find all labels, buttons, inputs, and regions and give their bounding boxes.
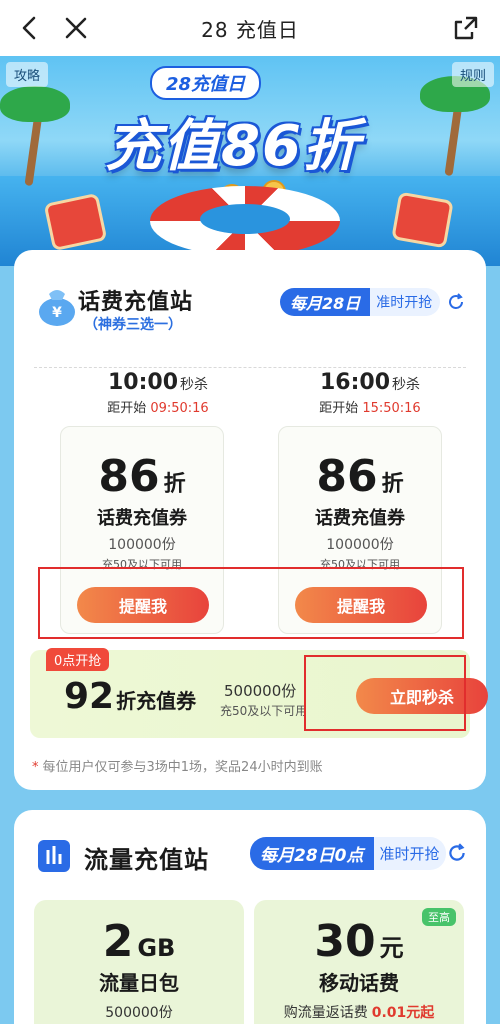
- participation-note: * 每位用户仅可参与3场中1场，奖品24小时内到账: [32, 760, 323, 775]
- coupon-quantity: 100000份: [108, 537, 176, 553]
- data-recharge-card: 流量充值站 每月28日0点 准时开抢 2 GB 流量日包 500000份 至高 3…: [14, 810, 486, 1024]
- flash-quantity: 500000份: [224, 682, 297, 700]
- share-icon[interactable]: [452, 14, 480, 42]
- flash-start-tag: 0点开抢: [46, 648, 110, 671]
- nav-bar: 28 充值日: [0, 0, 500, 56]
- session-16: 16:00 秒杀 距开始 15:50:16: [270, 370, 470, 416]
- max-badge: 至高: [422, 908, 456, 926]
- package-name: 流量日包: [99, 971, 179, 995]
- page-title: 28 充值日: [201, 17, 299, 42]
- package-amount: 2 GB: [102, 916, 176, 967]
- hero-headline: 充值86折: [105, 114, 361, 179]
- strategy-link[interactable]: 攻略: [6, 62, 49, 87]
- refresh-icon[interactable]: [446, 292, 466, 312]
- svg-text:¥: ¥: [52, 305, 62, 321]
- back-icon[interactable]: [16, 14, 44, 42]
- schedule-badge: 每月28日0点 准时开抢: [250, 836, 446, 870]
- swim-ring-icon: [150, 186, 340, 256]
- countdown: 距开始 09:50:16: [107, 401, 209, 416]
- package-subtext: 购流量返话费 0.01元起: [283, 1005, 435, 1021]
- event-badge: 28充值日: [150, 66, 262, 100]
- rules-link[interactable]: 规则: [451, 62, 494, 87]
- schedule-date: 每月28日: [280, 288, 371, 316]
- package-name: 移动话费: [319, 971, 399, 995]
- bill-credit-card[interactable]: 至高 30 元 移动话费 购流量返话费 0.01元起: [254, 900, 464, 1024]
- highlight-box: [304, 655, 466, 731]
- schedule-badge: 每月28日 准时开抢: [280, 288, 441, 316]
- data-package-card[interactable]: 2 GB 流量日包 500000份: [34, 900, 244, 1024]
- schedule-date: 每月28日0点: [250, 836, 374, 870]
- card-subtitle: （神券三选一）: [84, 317, 182, 333]
- session-time: 16:00 秒杀: [319, 370, 421, 395]
- palm-tree-left-icon: [0, 76, 70, 187]
- package-quantity: 500000份: [105, 1005, 173, 1021]
- gift-box-icon: [391, 191, 454, 249]
- card-title: 话费充值站: [78, 290, 194, 315]
- data-flow-icon: [38, 840, 70, 872]
- close-icon[interactable]: [62, 14, 90, 42]
- coupon-discount: 86 折: [316, 451, 404, 502]
- coupon-name: 话费充值券: [97, 508, 187, 529]
- coupon-discount: 86 折: [98, 451, 186, 502]
- coupon-name: 话费充值券: [315, 508, 405, 529]
- flash-condition: 充50及以下可用: [220, 704, 308, 718]
- highlight-box: [38, 567, 464, 639]
- refresh-icon[interactable]: [446, 842, 468, 864]
- hero-banner: 攻略 规则 28充值日 充值86折: [0, 56, 500, 266]
- money-bag-icon: ¥: [39, 290, 75, 326]
- card-title: 流量充值站: [84, 846, 209, 874]
- schedule-text: 准时开抢: [373, 836, 446, 870]
- dashed-divider: [34, 367, 466, 368]
- session-time: 10:00 秒杀: [107, 370, 209, 395]
- schedule-text: 准时开抢: [370, 288, 441, 316]
- coupon-quantity: 100000份: [326, 537, 394, 553]
- flash-discount: 92 折充值券: [64, 676, 197, 717]
- session-10: 10:00 秒杀 距开始 09:50:16: [58, 370, 258, 416]
- countdown: 距开始 15:50:16: [319, 401, 421, 416]
